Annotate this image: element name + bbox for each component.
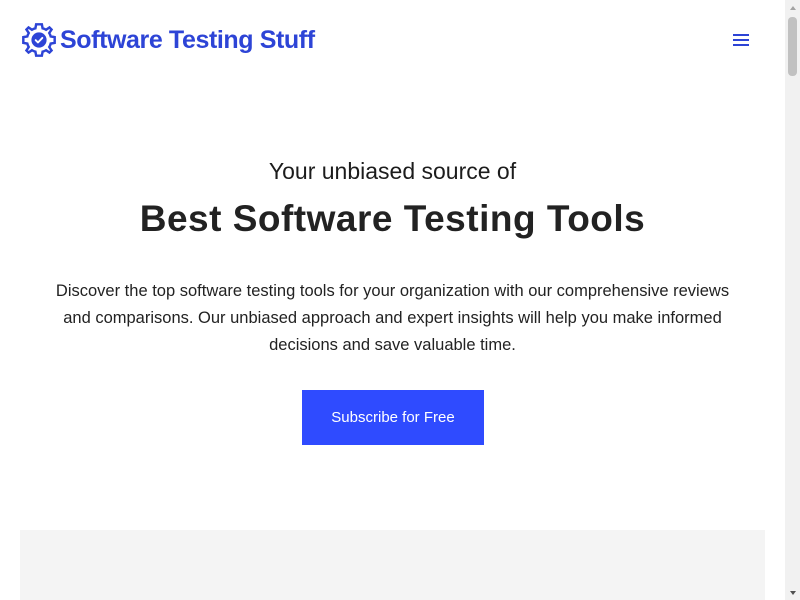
gear-check-icon <box>22 23 56 57</box>
menu-button[interactable] <box>728 28 754 52</box>
scroll-up-button[interactable] <box>785 0 800 15</box>
hero-eyebrow: Your unbiased source of <box>268 158 517 184</box>
content-panel <box>20 530 765 600</box>
scroll-down-arrow-icon <box>789 590 796 595</box>
subscribe-button[interactable]: Subscribe for Free <box>302 390 484 445</box>
scroll-up-arrow-icon <box>789 5 796 10</box>
site-header: Software Testing Stuff <box>0 0 785 80</box>
hero-headline: Best Software Testing Tools <box>139 198 646 239</box>
scrollbar-thumb[interactable] <box>788 17 797 76</box>
scroll-down-button[interactable] <box>785 585 800 600</box>
hamburger-menu-icon <box>733 34 749 46</box>
site-logo-text: Software Testing Stuff <box>60 25 315 54</box>
site-logo-link[interactable]: Software Testing Stuff <box>20 20 315 60</box>
vertical-scrollbar[interactable] <box>785 0 800 600</box>
hero-description: Discover the top software testing tools … <box>55 282 730 354</box>
